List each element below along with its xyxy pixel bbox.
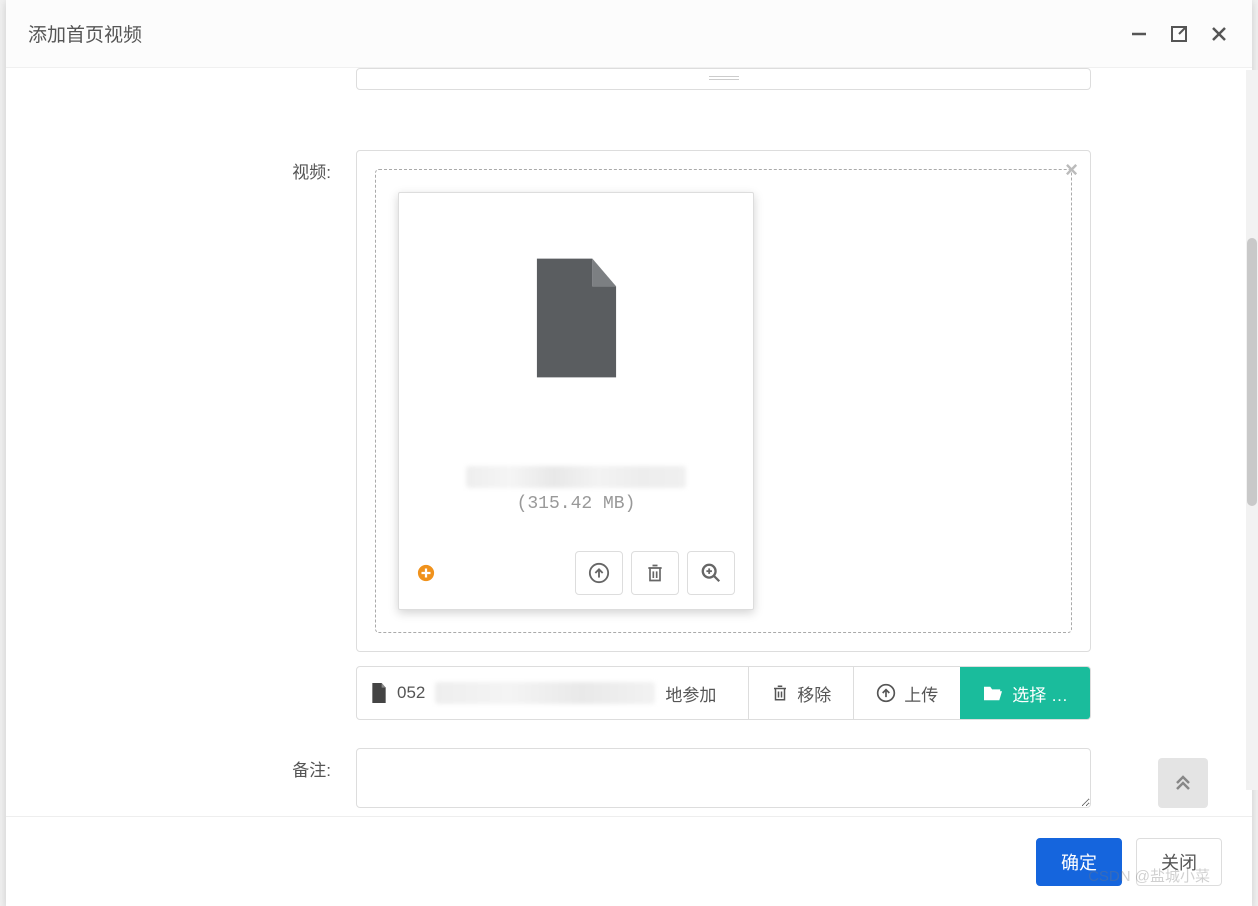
- trash-icon: [771, 683, 789, 703]
- trash-icon: [645, 562, 665, 584]
- filename-redacted-inline: [435, 682, 655, 704]
- video-label: 视频:: [6, 150, 356, 183]
- file-toolbar: 052 地参加 移除 上传 选择 …: [356, 666, 1091, 720]
- remark-label: 备注:: [6, 748, 356, 781]
- dropzone[interactable]: (315.42 MB): [375, 169, 1072, 633]
- file-icon: [371, 683, 387, 703]
- scroll-top-button[interactable]: [1158, 758, 1208, 808]
- minimize-button[interactable]: [1128, 23, 1150, 45]
- add-badge-icon: [417, 564, 435, 582]
- upload-circle-icon: [876, 683, 896, 703]
- scrollbar-thumb[interactable]: [1247, 238, 1257, 506]
- confirm-button[interactable]: 确定: [1036, 838, 1122, 886]
- file-card: (315.42 MB): [398, 192, 754, 610]
- preview-file-button[interactable]: [687, 551, 735, 595]
- modal-header: 添加首页视频: [6, 0, 1252, 68]
- modal-footer: 确定 关闭: [6, 816, 1252, 906]
- file-size: (315.42 MB): [517, 494, 636, 514]
- filename-suffix: 地参加: [665, 681, 716, 706]
- document-icon: [529, 258, 624, 378]
- filename-display: 052 地参加: [357, 667, 748, 719]
- upload-file-button[interactable]: [575, 551, 623, 595]
- modal-dialog: 添加首页视频 视频:: [6, 0, 1252, 906]
- upload-circle-icon: [588, 562, 610, 584]
- filename-redacted: [466, 466, 686, 488]
- close-button[interactable]: [1208, 23, 1230, 45]
- remove-button[interactable]: 移除: [748, 667, 853, 719]
- grip-icon: [709, 76, 739, 82]
- folder-open-icon: [982, 684, 1004, 702]
- window-controls: [1128, 23, 1230, 45]
- remark-textarea[interactable]: [356, 748, 1091, 808]
- clear-upload-icon[interactable]: ×: [1065, 157, 1078, 183]
- delete-file-button[interactable]: [631, 551, 679, 595]
- close-modal-button[interactable]: 关闭: [1136, 838, 1222, 886]
- modal-body: 视频: × (315.42 MB): [6, 68, 1252, 816]
- upload-panel: × (315.42 MB): [356, 150, 1091, 652]
- modal-title: 添加首页视频: [28, 20, 1128, 47]
- upload-button[interactable]: 上传: [853, 667, 960, 719]
- select-file-button[interactable]: 选择 …: [960, 667, 1090, 719]
- zoom-icon: [700, 562, 722, 584]
- collapsed-panel[interactable]: [356, 68, 1091, 90]
- scrollbar[interactable]: [1246, 70, 1258, 790]
- chevron-up-double-icon: [1173, 773, 1193, 793]
- filename-prefix: 052: [397, 683, 425, 703]
- maximize-button[interactable]: [1168, 23, 1190, 45]
